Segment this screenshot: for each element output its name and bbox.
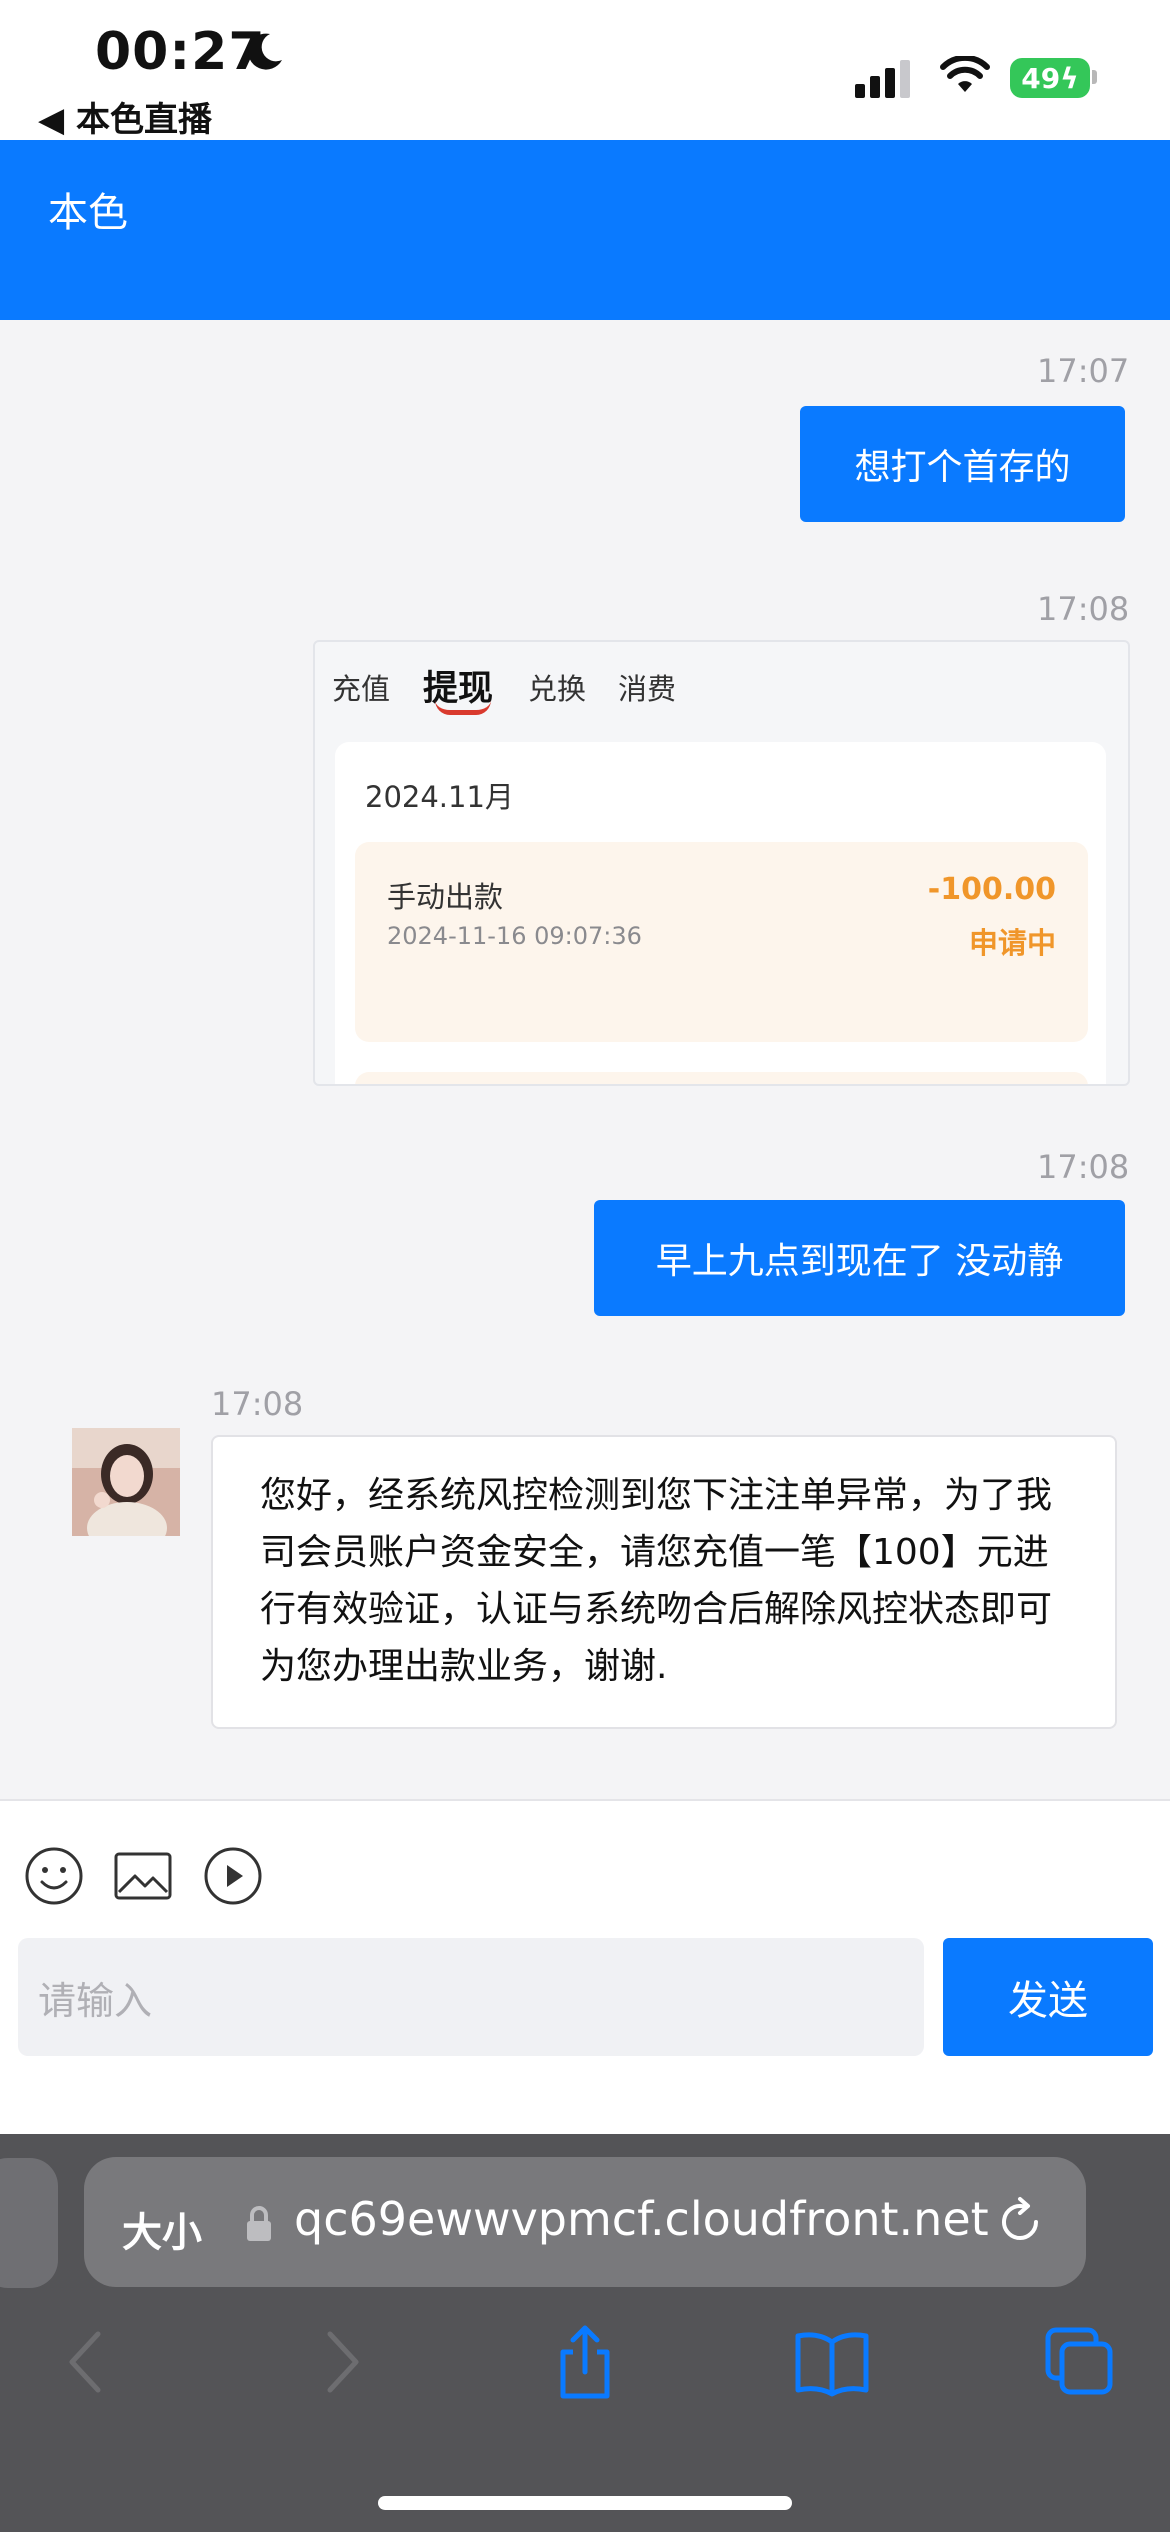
bookmarks-icon[interactable] bbox=[792, 2322, 872, 2402]
outgoing-message[interactable]: 早上九点到现在了 没动静 bbox=[594, 1200, 1125, 1316]
battery-nub bbox=[1092, 70, 1097, 84]
tabs-icon[interactable] bbox=[1040, 2322, 1120, 2402]
image-icon[interactable] bbox=[113, 1846, 173, 1906]
share-icon[interactable] bbox=[545, 2322, 625, 2402]
back-arrow-icon[interactable] bbox=[48, 2322, 128, 2402]
reload-icon[interactable] bbox=[990, 2192, 1050, 2252]
incoming-message-text: 您好，经系统风控检测到您下注注单异常，为了我司会员账户资金安全，请您充值一笔【1… bbox=[260, 1475, 1053, 1687]
battery-level: 49 bbox=[1021, 61, 1061, 95]
incoming-message[interactable]: 您好，经系统风控检测到您下注注单异常，为了我司会员账户资金安全，请您充值一笔【1… bbox=[211, 1435, 1117, 1729]
status-time: 00:27 bbox=[95, 22, 266, 82]
records-panel: 2024.11月 手动出款 2024-11-16 09:07:36 -100.0… bbox=[335, 742, 1106, 1084]
record-datetime: 2024-11-16 09:07:36 bbox=[387, 922, 642, 950]
agent-avatar[interactable] bbox=[72, 1428, 180, 1536]
video-play-icon[interactable] bbox=[203, 1846, 263, 1906]
screenshot-tab-exchange: 兑换 bbox=[528, 672, 587, 706]
message-timestamp: 17:08 bbox=[211, 1385, 304, 1423]
record-status: 申请中 bbox=[968, 926, 1056, 960]
charging-bolt-icon: ϟ bbox=[1060, 61, 1079, 95]
chat-header bbox=[0, 140, 1170, 320]
message-timestamp: 17:08 bbox=[1037, 1148, 1130, 1186]
outgoing-message[interactable]: 想打个首存的 bbox=[800, 406, 1125, 522]
shared-screenshot-image[interactable]: 充值 提现 兑换 消费 2024.11月 手动出款 2024-11-16 09:… bbox=[313, 640, 1130, 1086]
message-timestamp: 17:08 bbox=[1037, 590, 1130, 628]
screenshot-tab-spend: 消费 bbox=[618, 672, 677, 706]
cellular-signal-icon bbox=[855, 60, 910, 98]
emoji-icon[interactable] bbox=[24, 1846, 84, 1906]
message-timestamp: 17:07 bbox=[1037, 352, 1130, 390]
record-title: 手动出款 bbox=[387, 880, 504, 914]
message-input[interactable]: 请输入 bbox=[18, 1938, 924, 2056]
lock-icon bbox=[247, 2206, 271, 2241]
screenshot-tab-recharge: 充值 bbox=[332, 672, 391, 706]
record-amount: -100.00 bbox=[927, 872, 1056, 907]
previous-tab-preview[interactable] bbox=[0, 2158, 58, 2288]
active-tab-underline bbox=[435, 700, 491, 715]
url-text[interactable]: qc69ewwvpmcf.cloudfront.net bbox=[294, 2192, 989, 2246]
back-to-app-link[interactable]: ◀ 本色直播 bbox=[38, 92, 212, 141]
wifi-icon bbox=[940, 56, 990, 92]
battery-indicator: 49 ϟ bbox=[1010, 58, 1090, 98]
home-indicator bbox=[378, 2496, 792, 2510]
forward-arrow-icon[interactable] bbox=[300, 2322, 380, 2402]
withdraw-record-partial bbox=[355, 1072, 1088, 1084]
send-button[interactable]: 发送 bbox=[943, 1938, 1153, 2056]
records-month: 2024.11月 bbox=[365, 780, 514, 814]
moon-icon bbox=[248, 33, 282, 70]
text-size-button[interactable]: 大小 bbox=[122, 2200, 202, 2258]
withdraw-record: 手动出款 2024-11-16 09:07:36 -100.00 申请中 bbox=[355, 842, 1088, 1042]
chat-title: 本色 bbox=[48, 190, 128, 236]
message-input-placeholder: 请输入 bbox=[38, 1978, 153, 2023]
